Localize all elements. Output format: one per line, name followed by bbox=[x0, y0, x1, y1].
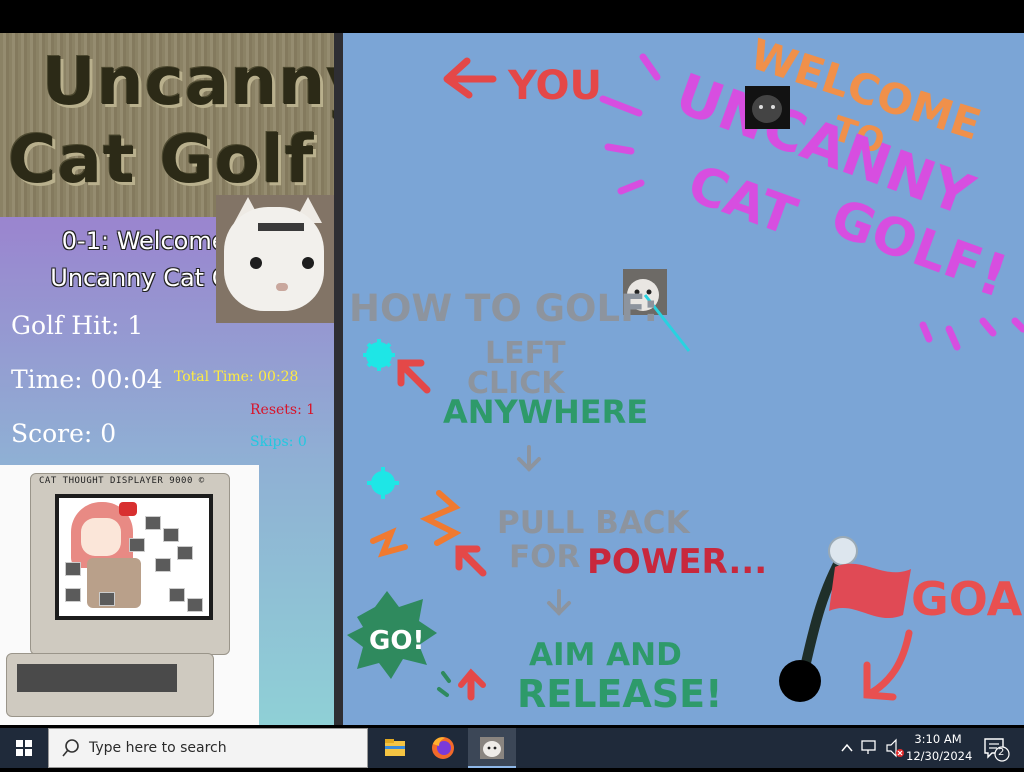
cat-thumbnail bbox=[99, 592, 115, 606]
power-text: POWER... bbox=[587, 542, 767, 582]
goal-arrow-icon bbox=[863, 629, 913, 701]
cat-thumbnail bbox=[65, 588, 81, 602]
cat-thumbnail bbox=[129, 538, 145, 552]
cat-app-icon bbox=[480, 737, 504, 759]
dark-cat-thumbnail bbox=[745, 86, 790, 129]
go-text: GO! bbox=[369, 626, 424, 656]
cursor-drag-icon bbox=[367, 467, 487, 577]
anime-girl-bow bbox=[119, 502, 137, 516]
golf-hit-counter: Golf Hit: 1 bbox=[11, 311, 144, 340]
aim-and-text: AIM AND bbox=[529, 637, 682, 673]
cat-thumbnail bbox=[187, 598, 203, 612]
file-explorer-button[interactable] bbox=[371, 728, 419, 768]
cat-thumbnail bbox=[155, 558, 171, 572]
cat-thumbnail bbox=[65, 562, 81, 576]
panel-divider bbox=[334, 33, 343, 725]
cat-nose bbox=[276, 283, 288, 291]
cat-thumbnail bbox=[145, 516, 161, 530]
logo-line-2: Cat Golf bbox=[8, 121, 315, 198]
keyboard-keys bbox=[17, 664, 177, 692]
taskbar-search-box[interactable]: Type here to search bbox=[48, 728, 368, 768]
cat-thumbnail bbox=[163, 528, 179, 542]
cat-thumbnail bbox=[169, 588, 185, 602]
anime-girl-face bbox=[81, 518, 121, 556]
cat-text: CAT bbox=[680, 154, 804, 248]
notification-count: 2 bbox=[998, 747, 1005, 758]
goal-label: GOAL bbox=[911, 572, 1024, 626]
windows-start-icon bbox=[16, 740, 32, 756]
network-icon[interactable] bbox=[860, 728, 880, 768]
how-to-golf-title: HOW TO GOLF: bbox=[349, 287, 658, 330]
search-placeholder: Type here to search bbox=[89, 740, 227, 756]
golf-hole bbox=[779, 660, 821, 702]
start-button[interactable] bbox=[0, 728, 48, 768]
anywhere-text: ANYWHERE bbox=[443, 393, 648, 431]
firefox-icon bbox=[432, 737, 454, 759]
for-text: FOR bbox=[509, 539, 581, 575]
down-arrow-icon bbox=[517, 445, 541, 472]
release-text: RELEASE! bbox=[517, 672, 722, 716]
retro-monitor: CAT THOUGHT DISPLAYER 9000 © bbox=[30, 473, 230, 655]
sidebar-panel: Uncanny Cat Golf 0-1: Welcome to Uncanny… bbox=[0, 33, 343, 725]
flag-icon bbox=[829, 563, 911, 619]
chevron-up-icon[interactable] bbox=[840, 728, 854, 768]
cat-golf-app-button[interactable] bbox=[468, 728, 516, 768]
cat-head bbox=[224, 207, 324, 311]
cat-eye bbox=[302, 257, 314, 269]
cursor-click-icon bbox=[363, 339, 431, 394]
cat-thumbnail bbox=[177, 546, 193, 560]
clock-time: 3:10 AM bbox=[914, 732, 962, 746]
logo-line-1: Uncanny bbox=[42, 43, 334, 120]
skips-counter: Skips: 0 bbox=[250, 434, 307, 450]
go-splat-icon: GO! bbox=[347, 591, 486, 701]
score-display: Score: 0 bbox=[11, 419, 117, 448]
cat-forehead-band bbox=[258, 223, 304, 231]
game-logo: Uncanny Cat Golf bbox=[0, 33, 334, 217]
monitor-label: CAT THOUGHT DISPLAYER 9000 © bbox=[39, 476, 205, 486]
game-canvas[interactable]: YOU WELCOME TO UNCANNY CAT GOLF ! HOW TO… bbox=[343, 33, 1024, 725]
you-arrow-icon bbox=[443, 57, 497, 99]
windows-taskbar: Type here to search 3:10 AM 12/30/2024 2 bbox=[0, 728, 1024, 768]
total-time-display: Total Time: 00:28 bbox=[174, 369, 299, 385]
monitor-screen bbox=[55, 494, 213, 620]
resets-counter: Resets: 1 bbox=[250, 402, 316, 418]
white-cat-photo bbox=[216, 195, 335, 323]
down-arrow-icon bbox=[547, 589, 571, 616]
volume-muted-icon[interactable] bbox=[884, 728, 906, 768]
level-timer: Time: 00:04 bbox=[11, 365, 163, 394]
top-black-bar bbox=[0, 0, 1024, 33]
cat-thought-displayer-image: CAT THOUGHT DISPLAYER 9000 © bbox=[0, 465, 259, 725]
search-icon bbox=[62, 739, 79, 757]
pull-back-text: PULL BACK bbox=[497, 505, 691, 541]
retro-keyboard bbox=[6, 653, 214, 717]
flag-ball-top bbox=[828, 536, 858, 566]
action-center-button[interactable]: 2 bbox=[980, 728, 1016, 768]
cat-eye bbox=[250, 257, 262, 269]
tutorial-drawings: YOU WELCOME TO UNCANNY CAT GOLF ! HOW TO… bbox=[347, 33, 1024, 716]
clock-date: 12/30/2024 bbox=[906, 749, 973, 763]
you-label: YOU bbox=[507, 63, 602, 109]
system-clock[interactable]: 3:10 AM 12/30/2024 bbox=[906, 731, 973, 765]
file-explorer-icon bbox=[385, 739, 405, 756]
firefox-button[interactable] bbox=[419, 728, 467, 768]
